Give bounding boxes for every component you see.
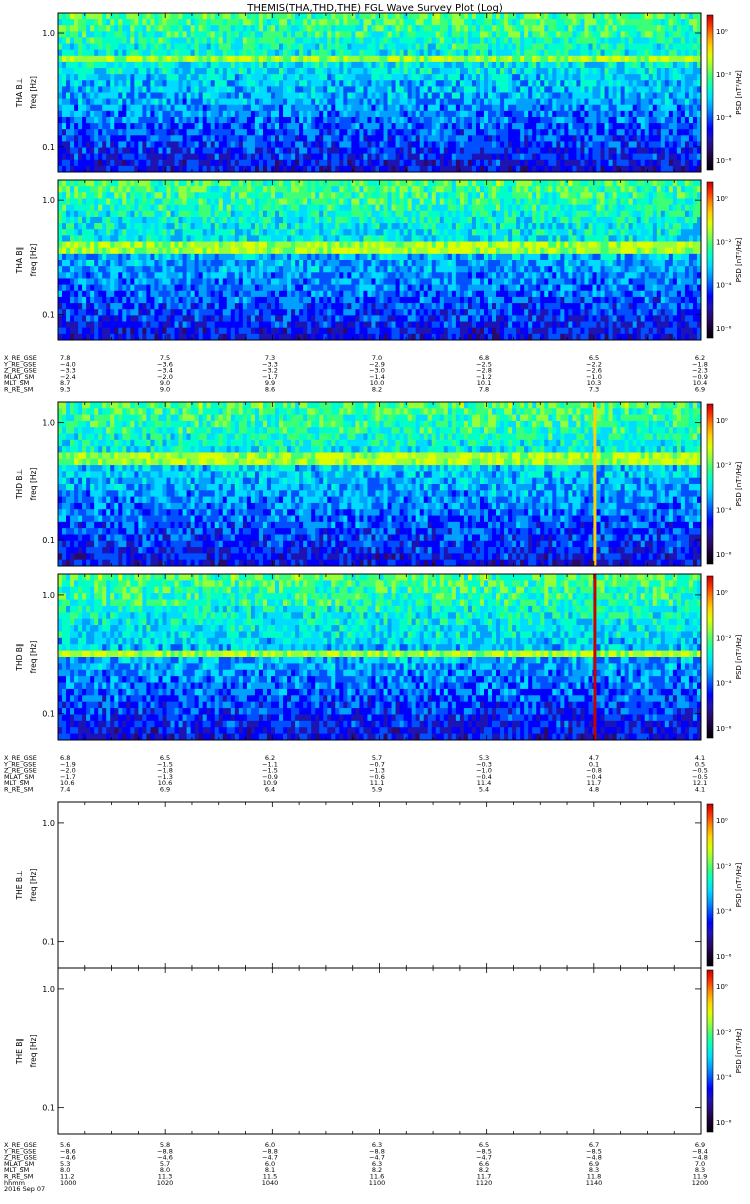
y-tick-label: 0.1 bbox=[42, 1104, 55, 1113]
ephemeris-value: 4.1 bbox=[695, 786, 705, 794]
panel-units: freq [Hz] bbox=[29, 468, 38, 501]
ephemeris-value: 7.3 bbox=[589, 386, 599, 394]
colorbar-label: PSD [nT²/Hz] bbox=[735, 461, 743, 506]
ephemeris-value: 7.4 bbox=[60, 786, 70, 794]
spike-line bbox=[593, 574, 596, 740]
y-tick-label: 0.1 bbox=[42, 143, 55, 152]
panel-units: freq [Hz] bbox=[29, 1035, 38, 1068]
ephemeris-value: 1100 bbox=[369, 1179, 386, 1187]
colorbar-tick-label: 10⁻⁶ bbox=[716, 325, 732, 333]
ephemeris-label: R_RE_SM bbox=[4, 386, 33, 394]
y-tick-label: 0.1 bbox=[42, 311, 55, 320]
spectrogram-cells bbox=[58, 180, 701, 340]
panel-ylabel: THE B⊥ bbox=[15, 870, 24, 900]
colorbar-tick-label: 10⁻⁴ bbox=[716, 114, 732, 122]
spectrogram-cells bbox=[58, 402, 701, 566]
ephemeris-value: 1120 bbox=[476, 1179, 493, 1187]
panel-units: freq [Hz] bbox=[29, 76, 38, 109]
colorbar-tick-label: 10⁻⁴ bbox=[716, 282, 732, 290]
panel-ylabel: THA B∥ bbox=[15, 247, 24, 275]
colorbar bbox=[707, 804, 713, 966]
colorbar-tick-label: 10⁻⁴ bbox=[716, 680, 732, 688]
y-tick-label: 1.0 bbox=[42, 196, 55, 205]
y-tick-label: 0.1 bbox=[42, 938, 55, 947]
panel-ylabel: THD B∥ bbox=[15, 643, 24, 671]
colorbar-tick-label: 10⁰ bbox=[716, 983, 728, 991]
ephemeris-value: 8.2 bbox=[372, 386, 382, 394]
colorbar-tick-label: 10⁻⁶ bbox=[716, 157, 732, 165]
colorbar-tick-label: 10⁻² bbox=[716, 1028, 732, 1036]
y-tick-label: 1.0 bbox=[42, 819, 55, 828]
ephemeris-value: 4.8 bbox=[589, 786, 599, 794]
colorbar-tick-label: 10⁻² bbox=[716, 71, 732, 79]
ephemeris-value: 5.9 bbox=[372, 786, 382, 794]
colorbar-label: PSD [nT²/Hz] bbox=[735, 634, 743, 679]
ephemeris-value: 6.9 bbox=[160, 786, 170, 794]
panel-units: freq [Hz] bbox=[29, 869, 38, 902]
colorbar-tick-label: 10⁻⁴ bbox=[716, 506, 732, 514]
colorbar-tick-label: 10⁰ bbox=[716, 28, 728, 36]
y-tick-label: 1.0 bbox=[42, 29, 55, 38]
ephemeris-value: 1040 bbox=[262, 1179, 279, 1187]
wave-survey-plot: THEMIS(THA,THD,THE) FGL Wave Survey Plot… bbox=[0, 0, 750, 1200]
colorbar-tick-label: 10⁻⁶ bbox=[716, 1119, 732, 1127]
panel-units: freq [Hz] bbox=[29, 641, 38, 674]
ephemeris-value: 9.3 bbox=[60, 386, 70, 394]
colorbar-tick-label: 10⁻² bbox=[716, 862, 732, 870]
colorbar-tick-label: 10⁰ bbox=[716, 417, 728, 425]
ephemeris-value: 6.4 bbox=[265, 786, 275, 794]
panels-group: 1.0 0.1 THA B⊥ freq [Hz] 10⁰ 10⁻² 10⁻⁴ 10⁻⁶ PSD … bbox=[15, 13, 743, 1134]
spectrogram-cells bbox=[58, 13, 701, 172]
ephemeris-value: 8.6 bbox=[265, 386, 275, 394]
plot-title: THEMIS(THA,THD,THE) FGL Wave Survey Plot… bbox=[246, 3, 503, 14]
ephemeris-value: 1000 bbox=[60, 1179, 77, 1187]
colorbar-tick-label: 10⁻⁶ bbox=[716, 725, 732, 733]
ephemeris-value: 7.8 bbox=[479, 386, 489, 394]
colorbar-tick-label: 10⁻⁴ bbox=[716, 1074, 732, 1082]
y-tick-label: 1.0 bbox=[42, 985, 55, 994]
panel-ylabel: THE B∥ bbox=[15, 1038, 24, 1065]
colorbar bbox=[707, 576, 713, 738]
y-tick-label: 0.1 bbox=[42, 710, 55, 719]
panel-units: freq [Hz] bbox=[29, 244, 38, 277]
panel-ylabel: THD B⊥ bbox=[15, 469, 24, 500]
spike-line bbox=[593, 402, 596, 566]
colorbar bbox=[707, 182, 713, 338]
ephemeris-value: 6.9 bbox=[695, 386, 705, 394]
panel-ylabel: THA B⊥ bbox=[15, 78, 24, 108]
colorbar-tick-label: 10⁻⁴ bbox=[716, 908, 732, 916]
panel-frame bbox=[58, 968, 701, 1134]
panel-frame bbox=[58, 802, 701, 968]
y-tick-label: 0.1 bbox=[42, 536, 55, 545]
y-tick-label: 1.0 bbox=[42, 591, 55, 600]
ephemeris-value: 5.4 bbox=[479, 786, 489, 794]
colorbar-tick-label: 10⁰ bbox=[716, 589, 728, 597]
ephemeris-value: 9.0 bbox=[160, 386, 170, 394]
colorbar-tick-label: 10⁻⁶ bbox=[716, 551, 732, 559]
colorbar-label: PSD [nT²/Hz] bbox=[735, 862, 743, 907]
ephemeris-value: 1140 bbox=[586, 1179, 603, 1187]
colorbar-tick-label: 10⁻² bbox=[716, 238, 732, 246]
colorbar-tick-label: 10⁻² bbox=[716, 462, 732, 470]
colorbar bbox=[707, 404, 713, 564]
colorbar-tick-label: 10⁻⁶ bbox=[716, 953, 732, 961]
colorbar-label: PSD [nT²/Hz] bbox=[735, 70, 743, 115]
ephemeris-label: R_RE_SM bbox=[4, 786, 33, 794]
colorbar-label: PSD [nT²/Hz] bbox=[735, 1028, 743, 1073]
colorbar bbox=[707, 15, 713, 170]
y-tick-label: 1.0 bbox=[42, 419, 55, 428]
colorbar-tick-label: 10⁰ bbox=[716, 817, 728, 825]
ephemeris-value: 1020 bbox=[157, 1179, 174, 1187]
colorbar bbox=[707, 970, 713, 1132]
colorbar-tick-label: 10⁰ bbox=[716, 195, 728, 203]
ephemeris-value: 1200 bbox=[692, 1179, 709, 1187]
colorbar-label: PSD [nT²/Hz] bbox=[735, 237, 743, 282]
ephemeris-label: 2016 Sep 07 bbox=[4, 1185, 45, 1193]
spectrogram-cells bbox=[58, 574, 701, 740]
colorbar-tick-label: 10⁻² bbox=[716, 634, 732, 642]
